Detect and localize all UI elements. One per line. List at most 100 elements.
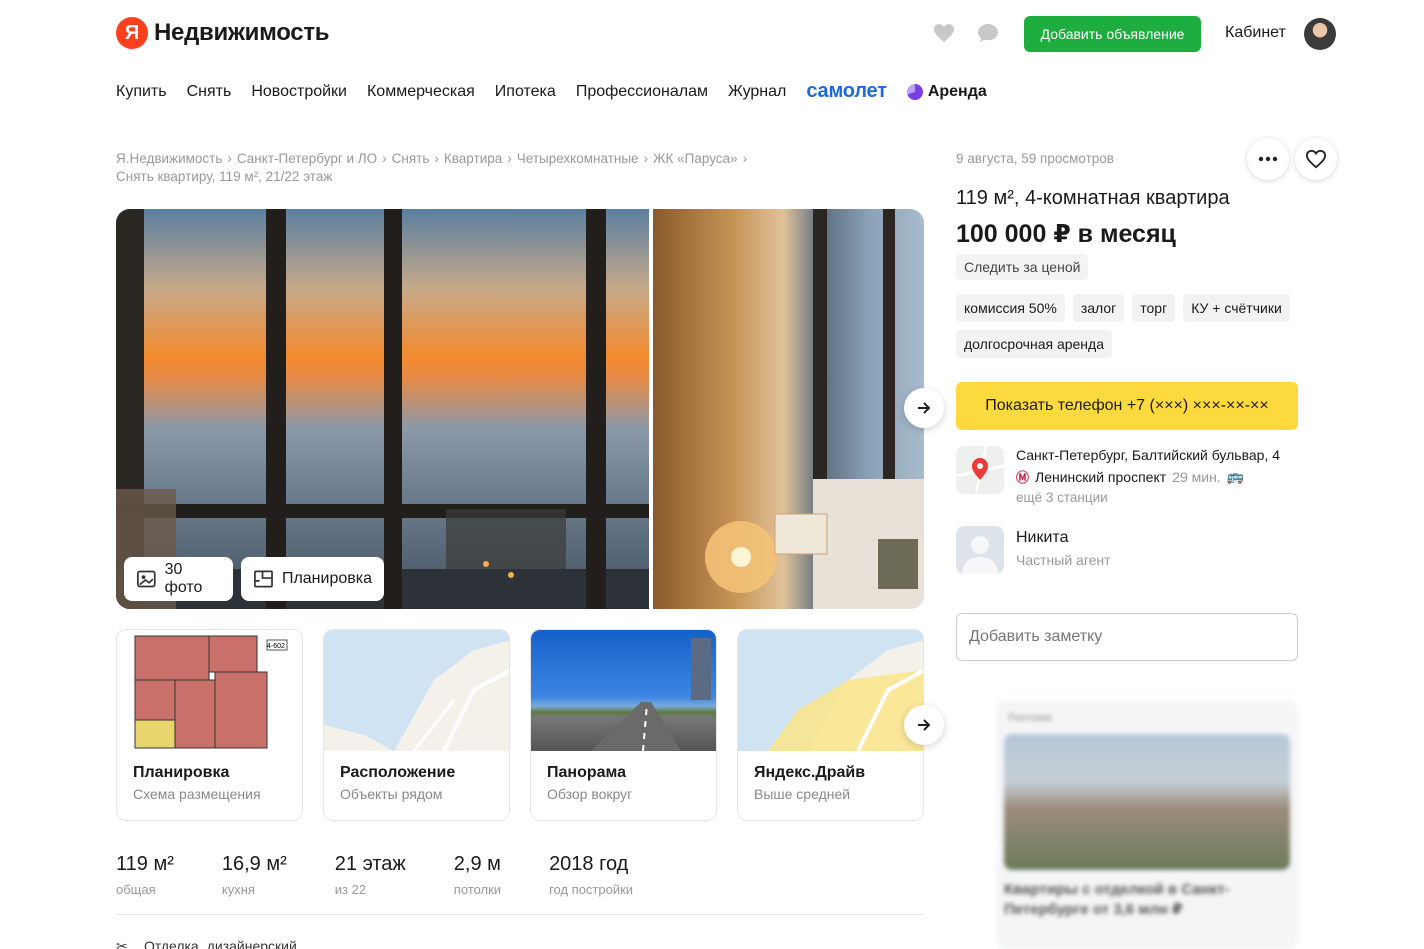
floor-plan-image: 4-602 (133, 634, 288, 751)
favorites-heart-icon[interactable] (932, 22, 956, 44)
agent-name[interactable]: Никита (1016, 529, 1068, 547)
card-title: Панорама (547, 764, 627, 781)
breadcrumb-current: Снять квартиру, 119 м², 21/22 этаж (116, 169, 333, 184)
breadcrumb-item[interactable]: Санкт-Петербург и ЛО (237, 151, 377, 166)
tag-deposit: залог (1072, 294, 1125, 322)
logo[interactable]: Я Недвижимость (116, 17, 330, 49)
metro-info: Ⓜ Ленинский проспект 29 мин. 🚌 (1016, 467, 1244, 486)
divider (116, 914, 924, 915)
stat-total-area: 119 м² общая (116, 853, 174, 897)
nav-item-buy[interactable]: Купить (116, 83, 167, 101)
details-row: ✂ Отделка дизайнерский (116, 938, 297, 949)
road-panorama-image (591, 638, 711, 752)
stat-floor: 21 этаж из 22 (334, 853, 406, 897)
stat-build-year: 2018 год год постройки (549, 853, 634, 897)
cards-next-button[interactable] (904, 705, 944, 745)
arrow-right-icon (918, 402, 931, 414)
nav-item-samolet[interactable]: самолет (806, 80, 887, 103)
drive-zone-map-image (768, 640, 923, 752)
breadcrumb: Я.Недвижимость › Санкт-Петербург и ЛО › Снят… (116, 151, 748, 184)
gallery-next-button[interactable] (904, 388, 944, 428)
breadcrumb-item[interactable]: Снять (392, 151, 430, 166)
photo-gallery-icon (137, 570, 156, 588)
second-photo[interactable] (653, 209, 924, 609)
metro-icon: Ⓜ (1016, 470, 1030, 485)
advertisement[interactable]: Реклама Квартиры с отделкой в Санкт-Пете… (996, 700, 1298, 949)
breadcrumb-item[interactable]: Квартира (444, 151, 502, 166)
mini-map[interactable] (956, 446, 1004, 494)
more-dots-icon (1258, 156, 1278, 162)
tag-long-term: долгосрочная аренда (956, 330, 1112, 358)
listing-tags: комиссия 50% залог торг КУ + счётчики до… (956, 294, 1306, 358)
key-stats: 119 м² общая 16,9 м² кухня 21 этаж из 22 2,… (116, 853, 681, 897)
address[interactable]: Санкт-Петербург, Балтийский бульвар, 4 (1016, 447, 1280, 463)
cabinet-link[interactable]: Кабинет (1225, 24, 1286, 42)
agent-role: Частный агент (1016, 552, 1111, 568)
show-phone-button[interactable]: Показать телефон +7 (×××) ×××-××-×× (956, 382, 1298, 430)
drive-map-thumbnail (738, 630, 923, 752)
nav-item-journal[interactable]: Журнал (728, 83, 786, 101)
stat-kitchen-area: 16,9 м² кухня (221, 853, 287, 897)
arenda-logo-icon (906, 83, 923, 100)
ad-label: Реклама (1008, 712, 1053, 724)
listing-meta: 9 августа, 59 просмотров (956, 151, 1114, 166)
nav-item-rent[interactable]: Снять (187, 83, 232, 101)
card-yandex-drive[interactable]: Яндекс.Драйв Выше средней (737, 629, 924, 821)
favorite-button[interactable] (1295, 138, 1337, 180)
photos-count-button[interactable]: 30 фото (124, 557, 233, 601)
add-note-input[interactable] (956, 613, 1298, 661)
breadcrumb-item[interactable]: Четырехкомнатные (517, 151, 639, 166)
map-image (324, 640, 509, 752)
detail-value: дизайнерский (206, 938, 297, 949)
nav-item-mortgage[interactable]: Ипотека (495, 83, 556, 101)
nav-item-new-buildings[interactable]: Новостройки (251, 83, 347, 101)
renovation-icon: ✂ (116, 938, 128, 949)
tag-bargain: торг (1132, 294, 1176, 322)
card-subtitle: Объекты рядом (340, 786, 443, 802)
ad-text: Квартиры с отделкой в Санкт-Петербурге о… (1004, 881, 1230, 918)
nav-item-commercial[interactable]: Коммерческая (367, 83, 475, 101)
messages-chat-icon[interactable] (976, 22, 1000, 44)
user-avatar[interactable] (1304, 18, 1336, 50)
detail-label: Отделка (144, 938, 199, 949)
arenda-label: Аренда (927, 82, 987, 100)
nav-item-arenda[interactable]: Аренда (906, 82, 987, 101)
card-subtitle: Схема размещения (133, 786, 261, 802)
breadcrumb-item[interactable]: Я.Недвижимость (116, 151, 222, 166)
tag-commission: комиссия 50% (956, 294, 1065, 322)
card-title: Планировка (133, 764, 230, 781)
watch-price-button[interactable]: Следить за ценой (956, 254, 1089, 280)
interior-photo (705, 209, 924, 609)
metro-time: 29 мин. (1172, 468, 1221, 485)
logo-text: Недвижимость (154, 19, 330, 46)
location-map-thumbnail (324, 630, 509, 752)
nav-item-professionals[interactable]: Профессионалам (576, 83, 708, 101)
more-stations-link[interactable]: ещё 3 станции (1016, 490, 1108, 505)
heart-outline-icon (1305, 149, 1327, 169)
agent-avatar[interactable] (956, 526, 1004, 574)
main-photo[interactable] (116, 209, 649, 609)
breadcrumb-item[interactable]: ЖК «Паруса» (653, 151, 738, 166)
photos-count-label: 30 фото (164, 561, 203, 596)
card-title: Расположение (340, 764, 456, 781)
card-title: Яндекс.Драйв (754, 764, 866, 781)
map-pin-icon (956, 446, 1004, 494)
more-options-button[interactable] (1247, 138, 1289, 180)
panorama-thumbnail (531, 630, 716, 752)
arrow-right-icon (918, 719, 931, 731)
add-listing-button[interactable]: Добавить объявление (1024, 16, 1201, 52)
card-panorama[interactable]: Панорама Обзор вокруг (530, 629, 717, 821)
floor-plan-thumbnail: 4-602 (117, 630, 302, 751)
plan-number: 4-602 (267, 643, 285, 650)
window-view-photo (116, 209, 649, 609)
floor-plan-button[interactable]: Планировка (241, 557, 384, 601)
floor-plan-icon (254, 570, 273, 588)
bus-icon: 🚌 (1226, 468, 1245, 484)
card-floor-plan[interactable]: 4-602 Планировка Схема размещения (116, 629, 303, 821)
stat-ceiling: 2,9 м потолки (453, 853, 502, 897)
ad-image (1004, 734, 1290, 870)
listing-title: 119 м², 4-комнатная квартира (956, 187, 1230, 209)
main-nav: Купить Снять Новостройки Коммерческая Ип… (116, 80, 987, 103)
yandex-logo-icon: Я (116, 17, 148, 49)
card-location[interactable]: Расположение Объекты рядом (323, 629, 510, 821)
